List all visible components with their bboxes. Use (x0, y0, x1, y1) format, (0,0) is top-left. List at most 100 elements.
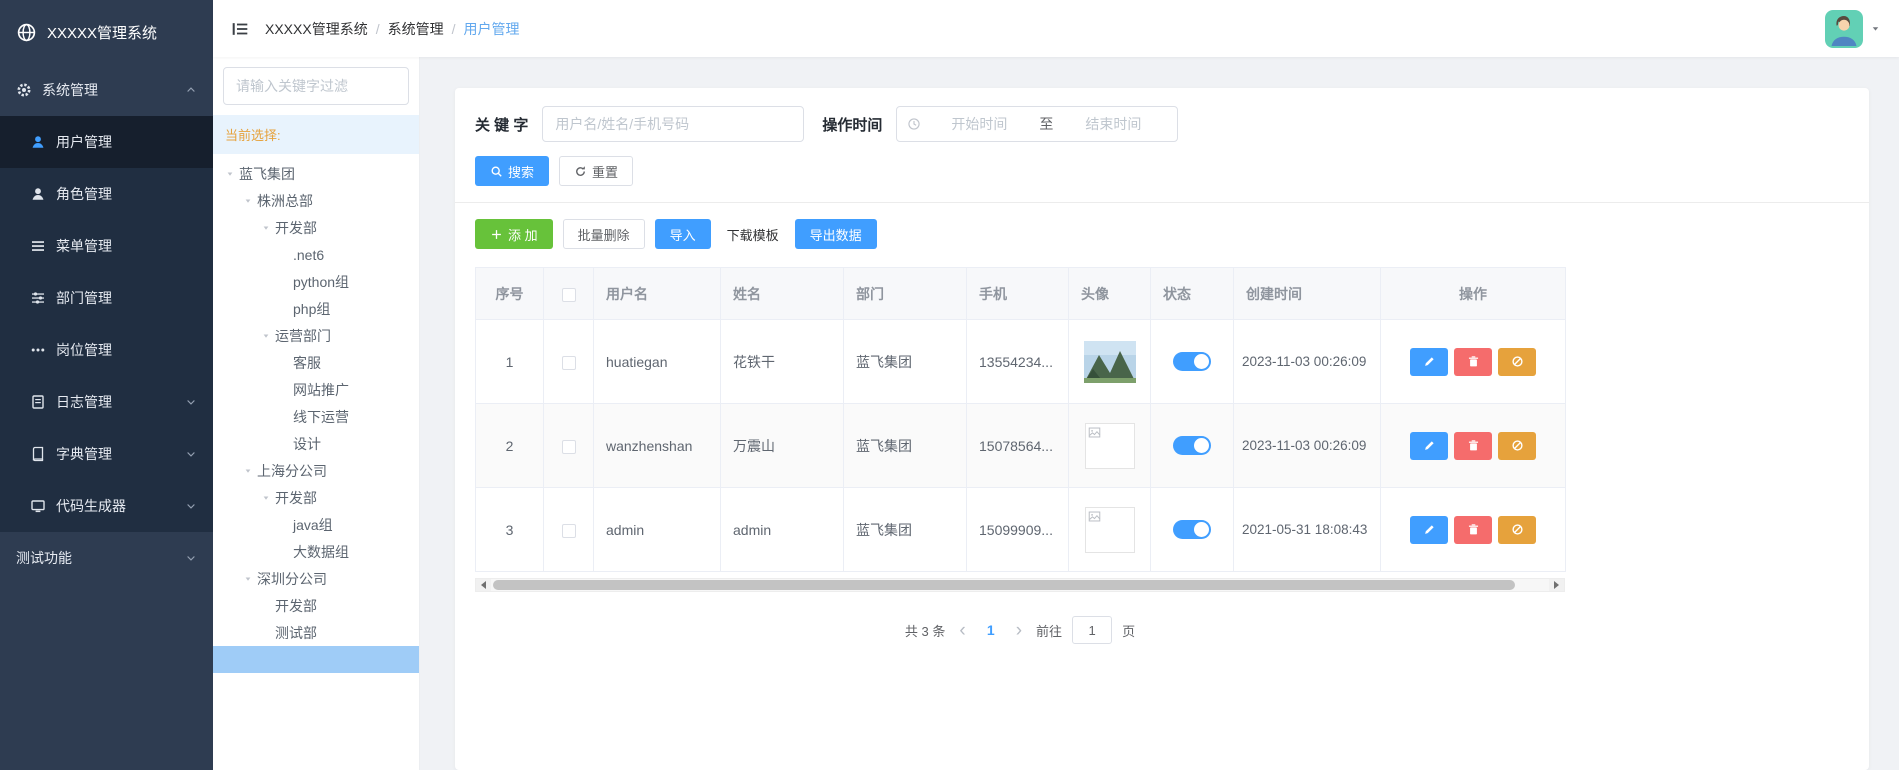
sidebar-subitem[interactable]: 角色管理 (0, 168, 213, 220)
tree-node[interactable]: 深圳分公司 (213, 565, 419, 592)
batch-delete-button[interactable]: 批量删除 (562, 219, 645, 249)
tree-node[interactable]: .net6 (213, 241, 419, 268)
tree-node[interactable]: 大数据组 (213, 538, 419, 565)
created-cell: 2023-11-03 00:26:09 (1233, 319, 1381, 404)
status-toggle[interactable] (1173, 520, 1211, 539)
chevron-up-icon (185, 84, 197, 96)
breadcrumb-item[interactable]: 用户管理 (463, 19, 519, 39)
row-checkbox[interactable] (561, 355, 576, 370)
users-table: 序号 用户名 姓名 部门 手机 头像 状态 创建时间 操作 1 huatiegan 花铁干 蓝飞集团 1… (475, 267, 1566, 572)
sidebar-subitem[interactable]: 用户管理 (0, 116, 213, 168)
download-template-button[interactable]: 下载模板 (721, 219, 785, 249)
breadcrumb-item[interactable]: 系统管理 (388, 19, 444, 39)
tree-expand-icon[interactable] (257, 223, 275, 233)
sidebar-subitem-label: 代码生成器 (56, 498, 126, 514)
scroll-left-button[interactable] (476, 579, 491, 591)
import-button[interactable]: 导入 (654, 219, 711, 249)
tree-node[interactable]: 开发部 (213, 484, 419, 511)
tree-node-label: 客服 (293, 354, 321, 371)
disable-button[interactable] (1498, 347, 1536, 376)
tree-node[interactable]: 蓝飞集团 (213, 160, 419, 187)
disable-button[interactable] (1498, 515, 1536, 544)
user-icon (30, 134, 46, 150)
status-toggle[interactable] (1173, 352, 1211, 371)
slash-circle-icon (1511, 439, 1524, 452)
tree-filter-input[interactable] (223, 67, 409, 105)
tree-expand-icon[interactable] (239, 574, 257, 584)
tree-node[interactable]: 运营部门 (213, 322, 419, 349)
breadcrumb-item[interactable]: XXXXX管理系统 (265, 19, 368, 39)
breadcrumb: XXXXX管理系统 / 系统管理 / 用户管理 (265, 19, 519, 39)
tree-selected-node-partial[interactable] (213, 646, 419, 673)
user-row: 3 admin admin 蓝飞集团 15099909... 2021-05-31 18:… (475, 487, 1566, 572)
sidebar-subitem[interactable]: 代码生成器 (0, 480, 213, 532)
user-menu-caret-icon[interactable] (1870, 23, 1881, 34)
tree-expand-icon[interactable] (257, 331, 275, 341)
tree-expand-icon[interactable] (257, 493, 275, 503)
tree-expand-icon[interactable] (239, 466, 257, 476)
tree-node[interactable]: java组 (213, 511, 419, 538)
user-icon (30, 186, 46, 202)
sidebar-subitem[interactable]: 菜单管理 (0, 220, 213, 272)
edit-button[interactable] (1410, 347, 1448, 376)
date-range-input[interactable]: 开始时间 至 结束时间 (896, 106, 1179, 142)
tree-node-label: java组 (293, 516, 333, 533)
tree-node[interactable]: 上海分公司 (213, 457, 419, 484)
horizontal-scrollbar[interactable] (475, 578, 1565, 592)
tree-node[interactable]: 株洲总部 (213, 187, 419, 214)
tree-node[interactable]: 开发部 (213, 592, 419, 619)
sidebar-subitem[interactable]: 字典管理 (0, 428, 213, 480)
column-header: 头像 (1068, 267, 1151, 320)
sidebar-item[interactable]: 系统管理 (0, 64, 213, 116)
page-unit-label: 页 (1122, 623, 1136, 639)
tree-node[interactable]: php组 (213, 295, 419, 322)
delete-button[interactable] (1454, 515, 1492, 544)
sidebar-subitem-label: 部门管理 (56, 290, 112, 306)
tree-node-label: php组 (293, 300, 331, 317)
keyword-input[interactable] (542, 106, 805, 142)
department-tree-panel: 当前选择: 蓝飞集团株洲总部开发部 .net6 python组 php组运营部门客服网… (213, 57, 420, 770)
scrollbar-track[interactable] (491, 579, 1549, 591)
status-toggle[interactable] (1173, 436, 1211, 455)
username-cell: admin (593, 487, 721, 572)
prev-page-button[interactable]: ‹ (955, 621, 969, 640)
select-all-checkbox[interactable] (561, 287, 576, 302)
edit-icon (1423, 523, 1436, 536)
menu-fold-icon[interactable] (231, 20, 249, 38)
next-page-button[interactable]: › (1012, 621, 1026, 640)
tree-node-label: 线下运营 (293, 408, 349, 425)
tree-node[interactable]: 开发部 (213, 214, 419, 241)
sidebar-subitem[interactable]: 岗位管理 (0, 324, 213, 376)
reset-button[interactable]: 重置 (559, 156, 634, 186)
delete-button[interactable] (1454, 347, 1492, 376)
page-number[interactable]: 1 (980, 622, 1002, 638)
tree-expand-icon[interactable] (239, 196, 257, 206)
export-button[interactable]: 导出数据 (794, 219, 877, 249)
search-button[interactable]: 搜索 (475, 156, 550, 186)
edit-button[interactable] (1410, 431, 1448, 460)
add-button[interactable]: 添 加 (475, 219, 553, 249)
goto-page-input[interactable] (1072, 616, 1113, 644)
dots-icon (30, 342, 46, 358)
tree-node-label: 运营部门 (275, 327, 331, 344)
tree-node[interactable]: 网站推广 (213, 376, 419, 403)
edit-button[interactable] (1410, 515, 1448, 544)
scrollbar-thumb[interactable] (493, 580, 1516, 590)
tree-node[interactable]: 测试部 (213, 619, 419, 646)
sidebar-item[interactable]: 测试功能 (0, 532, 213, 584)
tree-node[interactable]: 线下运营 (213, 403, 419, 430)
disable-button[interactable] (1498, 431, 1536, 460)
scroll-right-button[interactable] (1549, 579, 1564, 591)
tree-expand-icon[interactable] (221, 169, 239, 179)
sidebar-subitem[interactable]: 日志管理 (0, 376, 213, 428)
tree-node[interactable]: 设计 (213, 430, 419, 457)
column-header: 部门 (843, 267, 967, 320)
row-checkbox[interactable] (561, 523, 576, 538)
tree-node[interactable]: python组 (213, 268, 419, 295)
tree-node[interactable]: 客服 (213, 349, 419, 376)
user-avatar[interactable] (1825, 9, 1863, 48)
row-checkbox[interactable] (561, 439, 576, 454)
department-tree: 蓝飞集团 株洲总部 开发部 .net6 python组 php组 运营部门 客服 网站推广 线下运… (213, 154, 419, 646)
delete-button[interactable] (1454, 431, 1492, 460)
sidebar-subitem[interactable]: 部门管理 (0, 272, 213, 324)
